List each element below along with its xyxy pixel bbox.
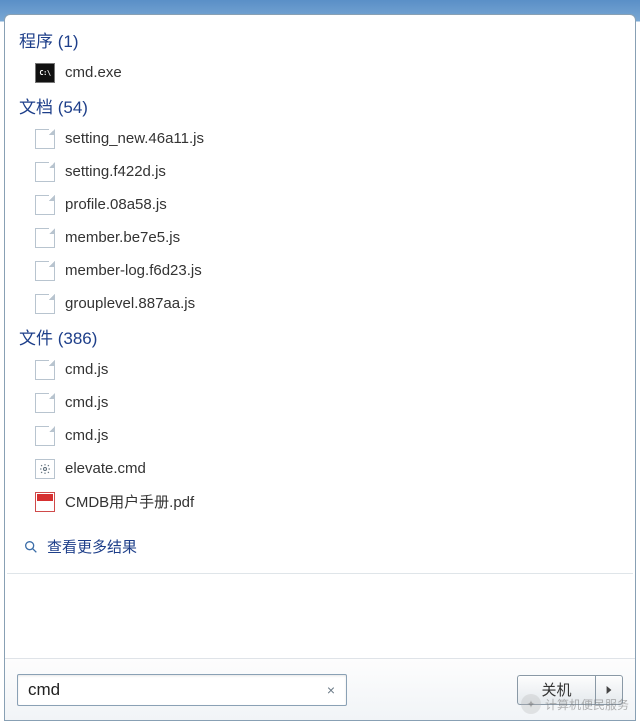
result-item[interactable]: setting.f422d.js: [5, 155, 635, 188]
see-more-results-label: 查看更多结果: [47, 536, 137, 557]
file-icon: [35, 393, 55, 413]
group-label: 文件: [19, 329, 53, 348]
file-icon: [35, 261, 55, 281]
shutdown-button[interactable]: 关机: [517, 675, 595, 705]
result-item[interactable]: grouplevel.887aa.js: [5, 287, 635, 320]
results-area: 程序 (1) C:\ cmd.exe 文档 (54) setting_new.4…: [5, 15, 635, 574]
shutdown-options-button[interactable]: [595, 675, 623, 705]
group-header-files: 文件 (386): [5, 320, 635, 353]
result-item[interactable]: profile.08a58.js: [5, 188, 635, 221]
chevron-right-icon: [605, 685, 613, 695]
file-icon: [35, 228, 55, 248]
result-item[interactable]: cmd.js: [5, 386, 635, 419]
result-item-label: grouplevel.887aa.js: [65, 295, 195, 312]
group-count: (386): [58, 329, 98, 348]
bottom-bar: × 关机: [5, 658, 635, 720]
result-item[interactable]: C:\ cmd.exe: [5, 56, 635, 89]
result-item-label: member.be7e5.js: [65, 229, 180, 246]
result-item-label: cmd.js: [65, 361, 108, 378]
search-input[interactable]: [28, 680, 322, 700]
group-label: 程序: [19, 32, 53, 51]
result-item-label: CMDB用户手册.pdf: [65, 491, 194, 512]
cmd-icon: C:\: [35, 63, 55, 83]
result-item[interactable]: CMDB用户手册.pdf: [5, 485, 635, 518]
file-icon: [35, 129, 55, 149]
file-icon: [35, 426, 55, 446]
group-header-documents: 文档 (54): [5, 89, 635, 122]
result-item[interactable]: cmd.js: [5, 353, 635, 386]
result-item-label: cmd.exe: [65, 64, 122, 81]
result-item-label: cmd.js: [65, 427, 108, 444]
shutdown-button-group: 关机: [517, 675, 623, 705]
see-more-results[interactable]: 查看更多结果: [5, 528, 635, 565]
result-item[interactable]: member.be7e5.js: [5, 221, 635, 254]
result-item[interactable]: elevate.cmd: [5, 452, 635, 485]
file-icon: [35, 195, 55, 215]
gear-file-icon: [35, 459, 55, 479]
file-icon: [35, 360, 55, 380]
result-item[interactable]: cmd.js: [5, 419, 635, 452]
result-item-label: member-log.f6d23.js: [65, 262, 202, 279]
shutdown-label: 关机: [541, 679, 571, 700]
search-icon: [23, 539, 39, 555]
group-count: (1): [58, 32, 79, 51]
clear-search-button[interactable]: ×: [322, 681, 340, 699]
result-item[interactable]: member-log.f6d23.js: [5, 254, 635, 287]
result-item-label: setting.f422d.js: [65, 163, 166, 180]
result-item-label: profile.08a58.js: [65, 196, 167, 213]
result-item-label: setting_new.46a11.js: [65, 130, 204, 147]
result-item-label: cmd.js: [65, 394, 108, 411]
group-header-programs: 程序 (1): [5, 23, 635, 56]
file-icon: [35, 294, 55, 314]
divider: [7, 573, 633, 574]
group-label: 文档: [19, 98, 53, 117]
result-item[interactable]: setting_new.46a11.js: [5, 122, 635, 155]
file-icon: [35, 162, 55, 182]
start-search-panel: 程序 (1) C:\ cmd.exe 文档 (54) setting_new.4…: [4, 14, 636, 721]
pdf-icon: [35, 492, 55, 512]
result-item-label: elevate.cmd: [65, 460, 146, 477]
search-box[interactable]: ×: [17, 674, 347, 706]
group-count: (54): [58, 98, 88, 117]
